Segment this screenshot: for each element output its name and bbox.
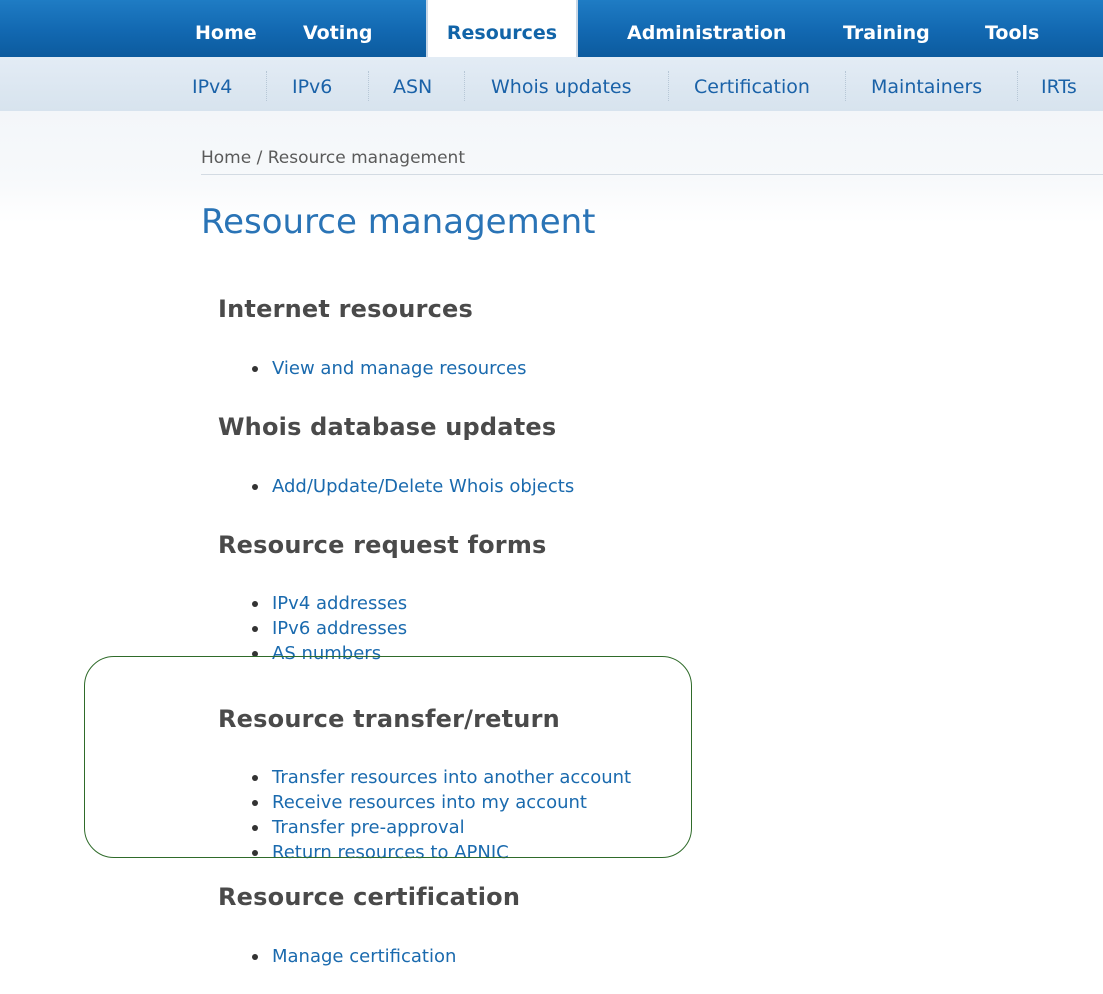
list-item: Receive resources into my account <box>252 790 631 815</box>
list-item: AS numbers <box>252 641 407 666</box>
whois-updates-links: Add/Update/Delete Whois objects <box>252 474 574 499</box>
nav-voting[interactable]: Voting <box>303 0 372 57</box>
bullet-icon <box>252 775 258 781</box>
breadcrumb-home-link[interactable]: Home <box>201 148 251 168</box>
resource-transfer-links: Transfer resources into another account … <box>252 765 631 865</box>
list-item: Transfer resources into another account <box>252 765 631 790</box>
breadcrumb-separator: / <box>251 148 268 168</box>
section-heading-resource-transfer-return: Resource transfer/return <box>218 705 560 733</box>
list-item: Add/Update/Delete Whois objects <box>252 474 574 499</box>
internet-resources-links: View and manage resources <box>252 356 526 381</box>
nav-resources[interactable]: Resources <box>426 0 578 59</box>
bullet-icon <box>252 954 258 960</box>
subnav-divider <box>464 71 465 101</box>
bullet-icon <box>252 651 258 657</box>
link-manage-certification[interactable]: Manage certification <box>272 946 456 967</box>
list-item: View and manage resources <box>252 356 526 381</box>
bullet-icon <box>252 850 258 856</box>
nav-training[interactable]: Training <box>843 0 930 57</box>
subnav-maintainers[interactable]: Maintainers <box>871 57 982 111</box>
list-item: Return resources to APNIC <box>252 840 631 865</box>
section-heading-resource-certification: Resource certification <box>218 883 521 911</box>
link-view-manage-resources[interactable]: View and manage resources <box>272 358 526 379</box>
list-item: Manage certification <box>252 944 456 969</box>
subnav-divider <box>368 71 369 101</box>
bullet-icon <box>252 626 258 632</box>
page-title: Resource management <box>201 202 596 242</box>
link-transfer-pre-approval[interactable]: Transfer pre-approval <box>272 817 465 838</box>
section-heading-whois-updates: Whois database updates <box>218 413 557 441</box>
bullet-icon <box>252 800 258 806</box>
link-ipv6-addresses[interactable]: IPv6 addresses <box>272 618 407 639</box>
top-navigation-bar: Home Voting Resources Administration Tra… <box>0 0 1103 59</box>
section-heading-internet-resources: Internet resources <box>218 295 473 323</box>
list-item: IPv6 addresses <box>252 616 407 641</box>
subnav-divider <box>1017 71 1018 101</box>
bullet-icon <box>252 601 258 607</box>
link-return-resources[interactable]: Return resources to APNIC <box>272 842 509 863</box>
link-add-update-delete-whois[interactable]: Add/Update/Delete Whois objects <box>272 476 574 497</box>
subnav-divider <box>266 71 267 101</box>
bullet-icon <box>252 825 258 831</box>
subnav-certification[interactable]: Certification <box>694 57 810 111</box>
subnav-whois-updates[interactable]: Whois updates <box>491 57 632 111</box>
subnav-ipv6[interactable]: IPv6 <box>292 57 332 111</box>
list-item: IPv4 addresses <box>252 591 407 616</box>
resource-certification-links: Manage certification <box>252 944 456 969</box>
subnav-asn[interactable]: ASN <box>393 57 432 111</box>
bullet-icon <box>252 366 258 372</box>
subnav-irts[interactable]: IRTs <box>1041 57 1077 111</box>
resource-request-links: IPv4 addresses IPv6 addresses AS numbers <box>252 591 407 666</box>
link-receive-resources[interactable]: Receive resources into my account <box>272 792 587 813</box>
breadcrumb-divider <box>201 174 1103 175</box>
nav-administration[interactable]: Administration <box>627 0 786 57</box>
list-item: Transfer pre-approval <box>252 815 631 840</box>
nav-home[interactable]: Home <box>195 0 257 57</box>
breadcrumb-current: Resource management <box>267 148 465 168</box>
subnav-ipv4[interactable]: IPv4 <box>192 57 232 111</box>
breadcrumb: Home / Resource management <box>201 148 465 168</box>
nav-tools[interactable]: Tools <box>985 0 1039 57</box>
link-as-numbers[interactable]: AS numbers <box>272 643 381 664</box>
sub-navigation-bar: IPv4 IPv6 ASN Whois updates Certificatio… <box>0 57 1103 111</box>
subnav-divider <box>668 71 669 101</box>
subnav-divider <box>845 71 846 101</box>
link-ipv4-addresses[interactable]: IPv4 addresses <box>272 593 407 614</box>
link-transfer-resources[interactable]: Transfer resources into another account <box>272 767 631 788</box>
section-heading-resource-request-forms: Resource request forms <box>218 531 547 559</box>
bullet-icon <box>252 484 258 490</box>
